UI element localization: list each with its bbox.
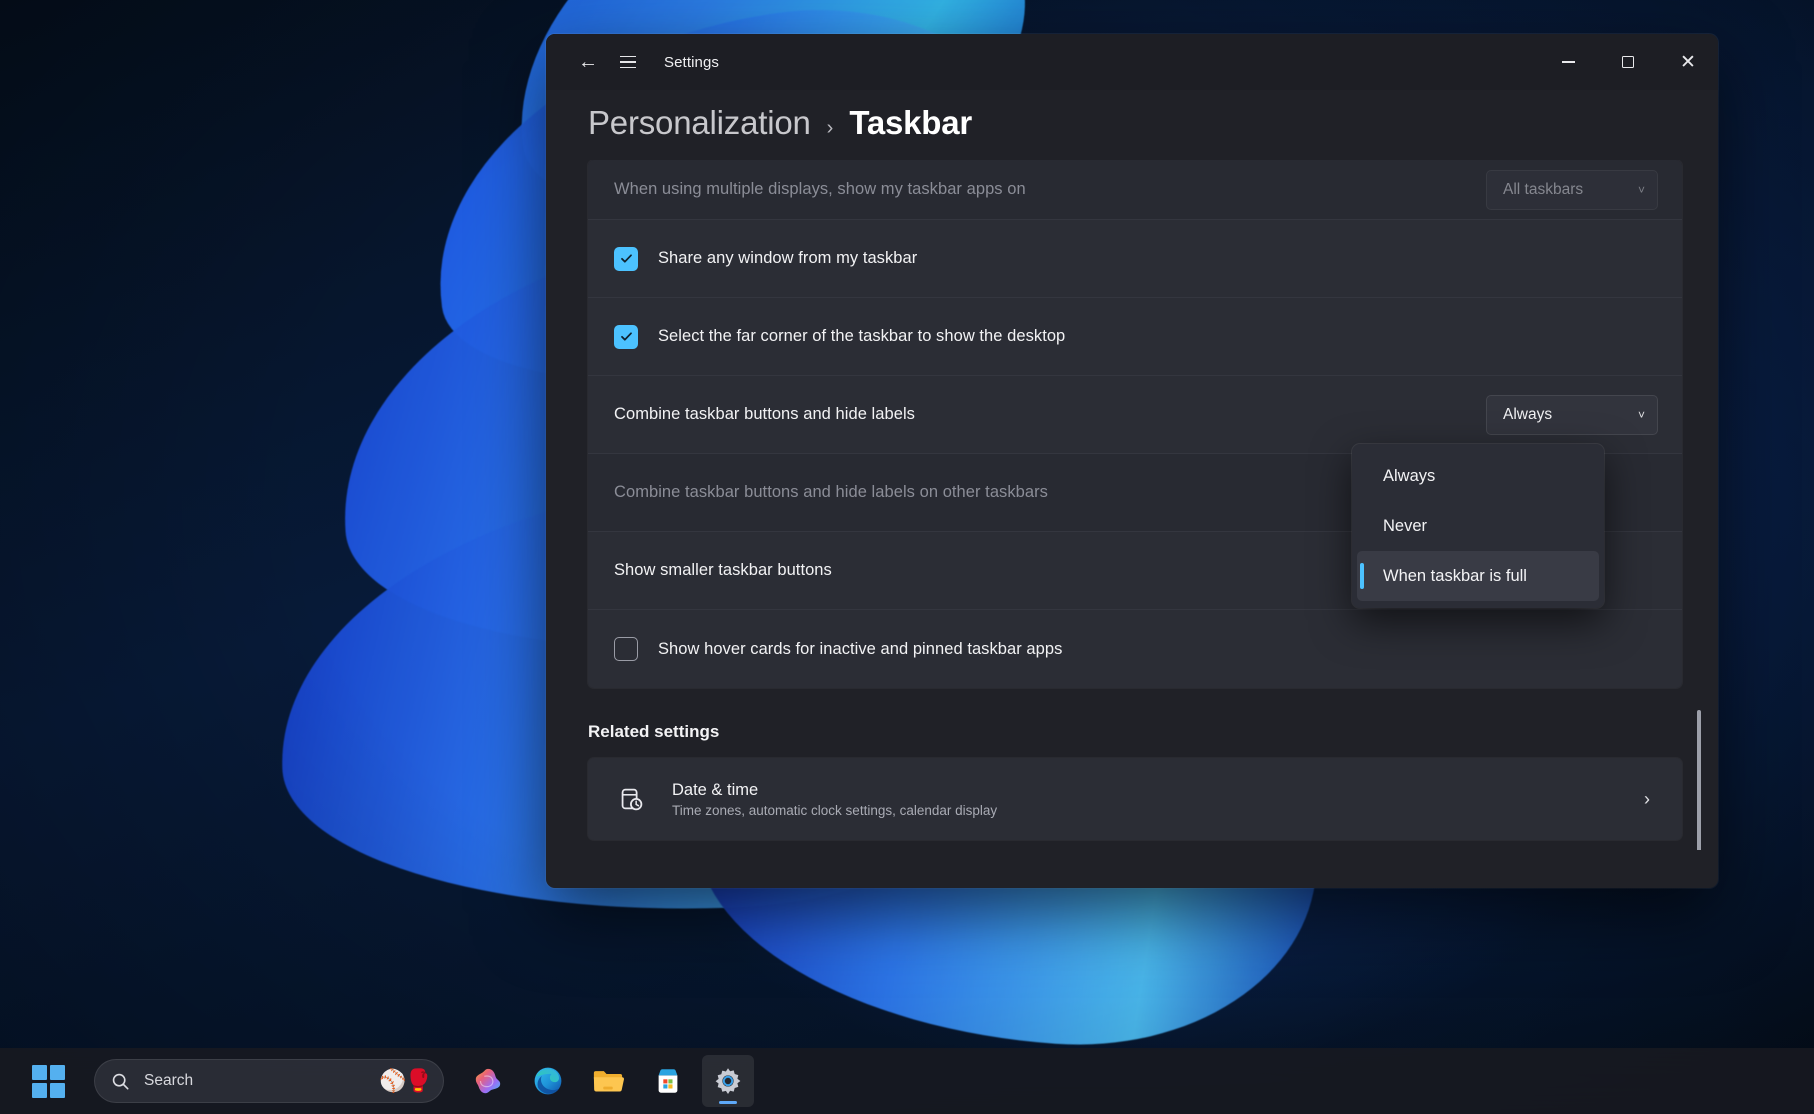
related-setting-date-time[interactable]: Date & time Time zones, automatic clock …: [588, 758, 1682, 840]
combo-value: All taskbars: [1503, 181, 1583, 199]
close-button[interactable]: ✕: [1658, 34, 1718, 90]
start-button[interactable]: [22, 1055, 74, 1107]
microsoft-store-icon: [653, 1066, 683, 1096]
chevron-down-icon: ˅: [1638, 408, 1645, 422]
combo-combine-taskbar-buttons[interactable]: Always ˅: [1486, 395, 1658, 435]
related-settings-title: Related settings: [588, 722, 1682, 742]
hamburger-menu-icon: [620, 56, 636, 69]
combo-value: Always: [1503, 406, 1552, 424]
taskbar-item-file-explorer[interactable]: [582, 1055, 634, 1107]
close-icon: ✕: [1680, 53, 1696, 72]
taskbar-behaviors-group: When using multiple displays, show my ta…: [588, 160, 1682, 688]
windows-taskbar: Search ⚾🥊: [0, 1048, 1814, 1114]
window-controls: ✕: [1538, 34, 1718, 90]
row-label: Show hover cards for inactive and pinned…: [658, 640, 1658, 659]
edge-icon: [532, 1065, 564, 1097]
title-bar: ← Settings ✕: [546, 34, 1718, 90]
window-title: Settings: [664, 54, 719, 71]
minimize-icon: [1562, 61, 1575, 62]
combo-all-taskbars[interactable]: All taskbars ˅: [1486, 170, 1658, 210]
date-time-icon: [614, 782, 648, 816]
baseball-widget-icon[interactable]: ⚾🥊: [379, 1068, 430, 1094]
maximize-button[interactable]: [1598, 34, 1658, 90]
windows-start-icon: [32, 1065, 65, 1098]
dropdown-option-when-taskbar-is-full[interactable]: When taskbar is full: [1357, 551, 1599, 601]
setting-row-share-window[interactable]: Share any window from my taskbar: [588, 220, 1682, 298]
settings-gear-icon: [712, 1065, 744, 1097]
checkbox-share-window[interactable]: [614, 247, 638, 271]
dropdown-option-label: Never: [1383, 517, 1427, 536]
chevron-down-icon: ˅: [1638, 183, 1645, 197]
breadcrumb-separator-icon: ›: [827, 117, 834, 140]
maximize-icon: [1622, 56, 1634, 68]
setting-row-multiple-displays: When using multiple displays, show my ta…: [588, 160, 1682, 220]
dropdown-option-never[interactable]: Never: [1357, 501, 1599, 551]
setting-row-hover-cards[interactable]: Show hover cards for inactive and pinned…: [588, 610, 1682, 688]
row-label: Select the far corner of the taskbar to …: [658, 327, 1658, 346]
setting-row-far-corner-desktop[interactable]: Select the far corner of the taskbar to …: [588, 298, 1682, 376]
back-arrow-icon: ←: [578, 52, 598, 72]
check-icon: [619, 329, 634, 344]
copilot-icon: [473, 1066, 503, 1096]
taskbar-item-copilot[interactable]: [462, 1055, 514, 1107]
combine-taskbar-buttons-dropdown: Always Never When taskbar is full: [1352, 444, 1604, 608]
minimize-button[interactable]: [1538, 34, 1598, 90]
date-time-subtitle: Time zones, automatic clock settings, ca…: [672, 803, 1644, 818]
chevron-right-icon: ›: [1644, 789, 1650, 810]
taskbar-item-edge[interactable]: [522, 1055, 574, 1107]
content-scrollbar[interactable]: [1692, 170, 1706, 830]
date-time-title: Date & time: [672, 781, 1644, 800]
row-label: When using multiple displays, show my ta…: [614, 180, 1486, 199]
scrollbar-thumb[interactable]: [1697, 710, 1701, 850]
desktop: ← Settings ✕ Personalizati: [0, 0, 1814, 1114]
row-label: Combine taskbar buttons and hide labels: [614, 405, 1486, 424]
setting-row-combine-taskbar-buttons[interactable]: Combine taskbar buttons and hide labels …: [588, 376, 1682, 454]
search-icon: [111, 1072, 130, 1091]
dropdown-option-label: Always: [1383, 467, 1435, 486]
taskbar-item-microsoft-store[interactable]: [642, 1055, 694, 1107]
date-time-text: Date & time Time zones, automatic clock …: [672, 781, 1644, 818]
checkbox-hover-cards[interactable]: [614, 637, 638, 661]
checkbox-far-corner-desktop[interactable]: [614, 325, 638, 349]
taskbar-search-box[interactable]: Search ⚾🥊: [94, 1059, 444, 1103]
breadcrumb-personalization[interactable]: Personalization: [588, 104, 811, 142]
search-placeholder: Search: [144, 1072, 379, 1090]
taskbar-item-settings[interactable]: [702, 1055, 754, 1107]
back-button[interactable]: ←: [568, 45, 608, 79]
navigation-menu-button[interactable]: [608, 45, 648, 79]
file-explorer-icon: [592, 1066, 624, 1096]
dropdown-option-label: When taskbar is full: [1383, 567, 1527, 586]
check-icon: [619, 251, 634, 266]
breadcrumb: Personalization › Taskbar: [546, 90, 1718, 160]
dropdown-option-always[interactable]: Always: [1357, 451, 1599, 501]
page-title: Taskbar: [849, 104, 972, 142]
row-label: Share any window from my taskbar: [658, 249, 1658, 268]
